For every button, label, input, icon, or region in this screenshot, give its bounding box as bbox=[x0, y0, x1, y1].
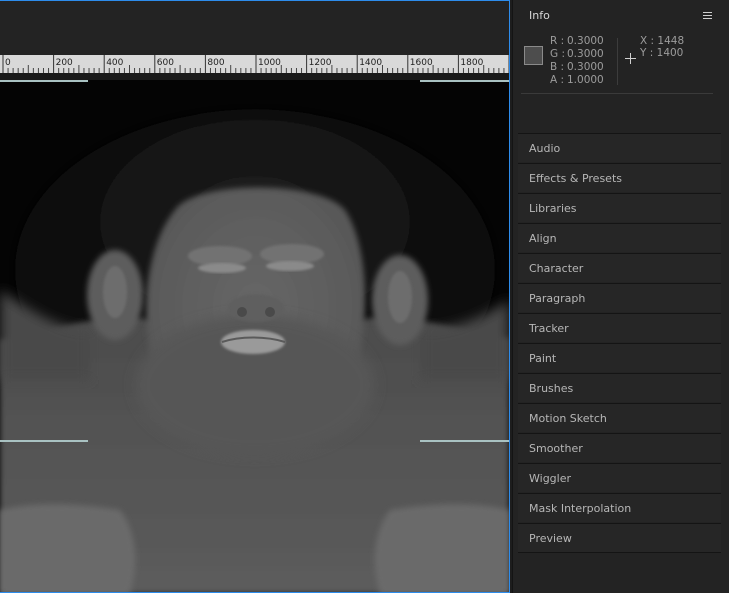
y-value: 1400 bbox=[656, 47, 684, 59]
ruler-label: 400 bbox=[106, 58, 123, 68]
r-value: 0.3000 bbox=[567, 35, 604, 47]
ruler-label: 200 bbox=[56, 58, 73, 68]
b-value: 0.3000 bbox=[567, 61, 604, 73]
x-value: 1448 bbox=[657, 35, 685, 47]
panel-audio[interactable]: Audio bbox=[518, 133, 721, 162]
ruler-label: 1400 bbox=[359, 58, 382, 68]
hamburger-menu-icon[interactable] bbox=[700, 7, 716, 23]
panel-mask-interpolation[interactable]: Mask Interpolation bbox=[518, 493, 721, 522]
info-y-row: Y : 1400 bbox=[640, 47, 683, 59]
ruler-label: 1800 bbox=[460, 58, 483, 68]
panel-paragraph[interactable]: Paragraph bbox=[518, 283, 721, 312]
a-value: 1.0000 bbox=[567, 74, 604, 86]
panel-list: Audio Effects & Presets Libraries Align … bbox=[518, 133, 721, 553]
info-g-row: G :0.3000 bbox=[550, 48, 604, 60]
ruler-label: 800 bbox=[207, 58, 224, 68]
info-a-row: A :1.0000 bbox=[550, 74, 604, 86]
info-x-row: X : 1448 bbox=[640, 35, 684, 47]
ruler-label: 600 bbox=[157, 58, 174, 68]
info-divider bbox=[617, 38, 618, 85]
menu-line bbox=[703, 17, 712, 19]
crosshair-icon bbox=[625, 53, 636, 64]
color-swatch bbox=[524, 46, 543, 65]
panel-tracker[interactable]: Tracker bbox=[518, 313, 721, 342]
panel-wiggler[interactable]: Wiggler bbox=[518, 463, 721, 492]
b-label: B : bbox=[550, 61, 565, 73]
ruler-label: 1000 bbox=[258, 58, 281, 68]
y-label: Y : bbox=[640, 47, 654, 59]
panel-smoother[interactable]: Smoother bbox=[518, 433, 721, 462]
panel-paint[interactable]: Paint bbox=[518, 343, 721, 372]
g-label: G : bbox=[550, 48, 566, 60]
a-label: A : bbox=[550, 74, 565, 86]
ruler-label: 1200 bbox=[309, 58, 332, 68]
panel-preview[interactable]: Preview bbox=[518, 523, 721, 552]
panel-motion-sketch[interactable]: Motion Sketch bbox=[518, 403, 721, 432]
right-panel: Info R :0.3000 G :0.3000 B :0.3000 A :1.… bbox=[512, 0, 729, 593]
composition-viewer[interactable]: 02004006008001000120014001600180020 bbox=[0, 0, 510, 593]
panel-effects-presets[interactable]: Effects & Presets bbox=[518, 163, 721, 192]
g-value: 0.3000 bbox=[567, 48, 604, 60]
info-b-row: B :0.3000 bbox=[550, 61, 604, 73]
horizontal-ruler[interactable]: 02004006008001000120014001600180020 bbox=[0, 55, 509, 73]
panel-character[interactable]: Character bbox=[518, 253, 721, 282]
info-bottom-divider bbox=[521, 93, 713, 94]
ruler-label: 0 bbox=[5, 58, 11, 68]
render-canvas[interactable] bbox=[0, 80, 509, 592]
info-panel-title[interactable]: Info bbox=[529, 9, 550, 22]
panel-align[interactable]: Align bbox=[518, 223, 721, 252]
menu-line bbox=[703, 14, 712, 16]
x-label: X : bbox=[640, 35, 655, 47]
menu-line bbox=[703, 11, 712, 13]
ruler-label: 1600 bbox=[410, 58, 433, 68]
panel-brushes[interactable]: Brushes bbox=[518, 373, 721, 402]
ruler-scale: 02004006008001000120014001600180020 bbox=[2, 55, 509, 73]
info-r-row: R :0.3000 bbox=[550, 35, 604, 47]
r-label: R : bbox=[550, 35, 565, 47]
viewer-header-area bbox=[0, 1, 509, 55]
rendered-uv-texture-image bbox=[0, 80, 509, 592]
panel-libraries[interactable]: Libraries bbox=[518, 193, 721, 222]
ruler-strip bbox=[0, 73, 509, 80]
